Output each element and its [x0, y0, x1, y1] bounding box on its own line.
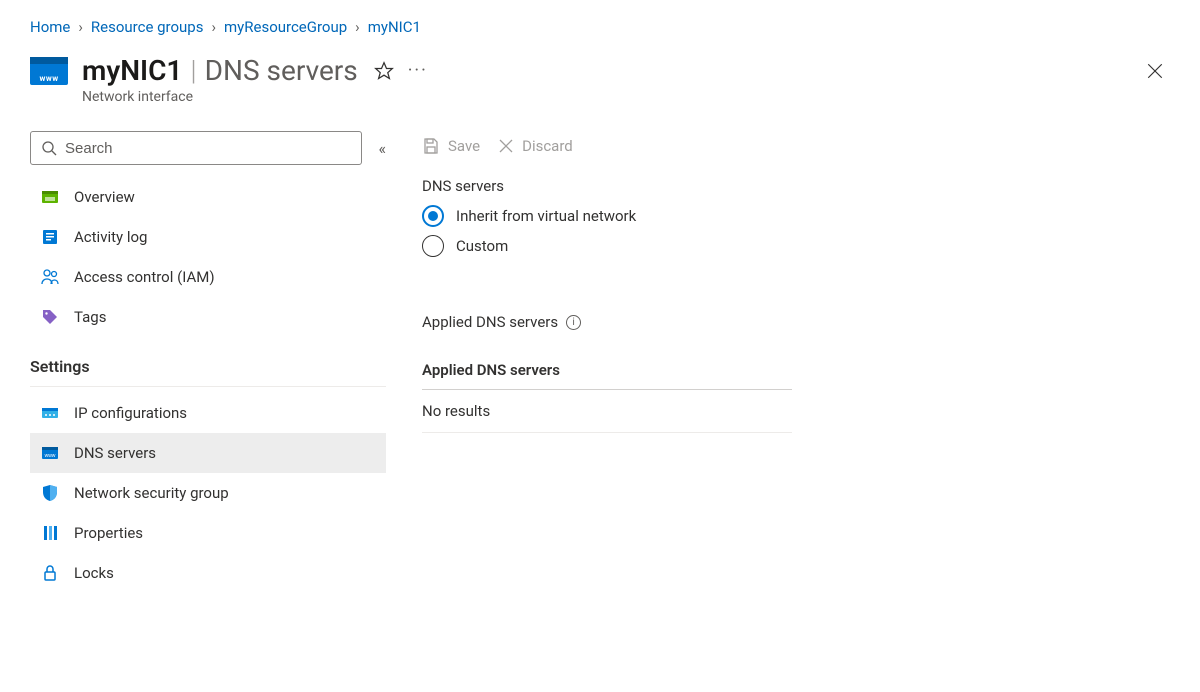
sidebar-item-ip-configurations[interactable]: IP configurations: [30, 393, 386, 433]
dns-icon: www: [40, 443, 60, 463]
table-row-empty: No results: [422, 390, 792, 433]
title-separator: |: [190, 54, 196, 87]
breadcrumb: Home › Resource groups › myResourceGroup…: [30, 18, 1170, 36]
sidebar-section-settings: Settings: [30, 337, 386, 387]
sidebar-item-label: Access control (IAM): [74, 268, 215, 286]
radio-label: Custom: [456, 237, 508, 255]
sidebar-item-dns-servers[interactable]: www DNS servers: [30, 433, 386, 473]
radio-icon: [422, 205, 444, 227]
close-button[interactable]: [1140, 56, 1170, 86]
collapse-sidebar-button[interactable]: «: [378, 139, 386, 158]
sidebar-item-locks[interactable]: Locks: [30, 553, 386, 593]
overview-icon: [40, 187, 60, 207]
toolbar-label: Save: [448, 137, 480, 155]
search-input[interactable]: [65, 140, 351, 157]
sidebar-item-overview[interactable]: Overview: [30, 177, 386, 217]
ip-config-icon: [40, 403, 60, 423]
dns-servers-label: DNS servers: [422, 177, 1170, 195]
radio-inherit[interactable]: Inherit from virtual network: [422, 205, 1170, 227]
sidebar-item-label: Activity log: [74, 228, 147, 246]
search-container: [30, 131, 362, 165]
breadcrumb-resource-groups[interactable]: Resource groups: [91, 18, 204, 36]
breadcrumb-resource[interactable]: myNIC1: [368, 18, 421, 36]
sidebar-item-label: IP configurations: [74, 404, 187, 422]
chevron-right-icon: ›: [355, 18, 360, 36]
iam-icon: [40, 267, 60, 287]
toolbar: Save Discard: [422, 137, 1170, 155]
lock-icon: [40, 563, 60, 583]
save-button[interactable]: Save: [422, 137, 480, 155]
sidebar-item-nsg[interactable]: Network security group: [30, 473, 386, 513]
sidebar-item-label: DNS servers: [74, 444, 156, 462]
page-title: DNS servers: [205, 54, 358, 87]
radio-icon: [422, 235, 444, 257]
svg-text:www: www: [45, 453, 56, 459]
sidebar-item-label: Locks: [74, 564, 114, 582]
activity-log-icon: [40, 227, 60, 247]
sidebar-item-label: Properties: [74, 524, 143, 542]
chevron-right-icon: ›: [78, 18, 83, 36]
tags-icon: [40, 307, 60, 327]
resource-type-subtitle: Network interface: [82, 89, 1170, 105]
chevron-right-icon: ›: [211, 18, 216, 36]
toolbar-label: Discard: [522, 137, 573, 155]
sidebar-item-iam[interactable]: Access control (IAM): [30, 257, 386, 297]
nic-resource-icon: www: [30, 57, 68, 85]
main-content: Save Discard DNS servers Inherit from vi…: [386, 131, 1170, 593]
properties-icon: [40, 523, 60, 543]
sidebar-item-activity-log[interactable]: Activity log: [30, 217, 386, 257]
page-header: www myNIC1 | DNS servers ···: [30, 54, 1170, 87]
info-icon[interactable]: i: [566, 315, 581, 330]
applied-dns-table: Applied DNS servers No results: [422, 361, 792, 433]
table-header: Applied DNS servers: [422, 361, 792, 390]
sidebar-item-label: Network security group: [74, 484, 229, 502]
breadcrumb-home[interactable]: Home: [30, 18, 70, 36]
discard-icon: [498, 138, 514, 154]
applied-dns-label: Applied DNS servers i: [422, 313, 1170, 331]
resource-name: myNIC1: [82, 54, 182, 87]
favorite-button[interactable]: [374, 61, 394, 81]
more-actions-button[interactable]: ···: [408, 60, 428, 81]
radio-label: Inherit from virtual network: [456, 207, 636, 225]
discard-button[interactable]: Discard: [498, 137, 573, 155]
sidebar-item-tags[interactable]: Tags: [30, 297, 386, 337]
sidebar-item-properties[interactable]: Properties: [30, 513, 386, 553]
shield-icon: [40, 483, 60, 503]
sidebar-item-label: Overview: [74, 188, 135, 206]
save-icon: [422, 137, 440, 155]
radio-custom[interactable]: Custom: [422, 235, 1170, 257]
search-icon: [41, 140, 57, 156]
sidebar-item-label: Tags: [74, 308, 106, 326]
sidebar: « Overview Activity log Access control (…: [30, 131, 386, 593]
breadcrumb-resource-group[interactable]: myResourceGroup: [224, 18, 347, 36]
